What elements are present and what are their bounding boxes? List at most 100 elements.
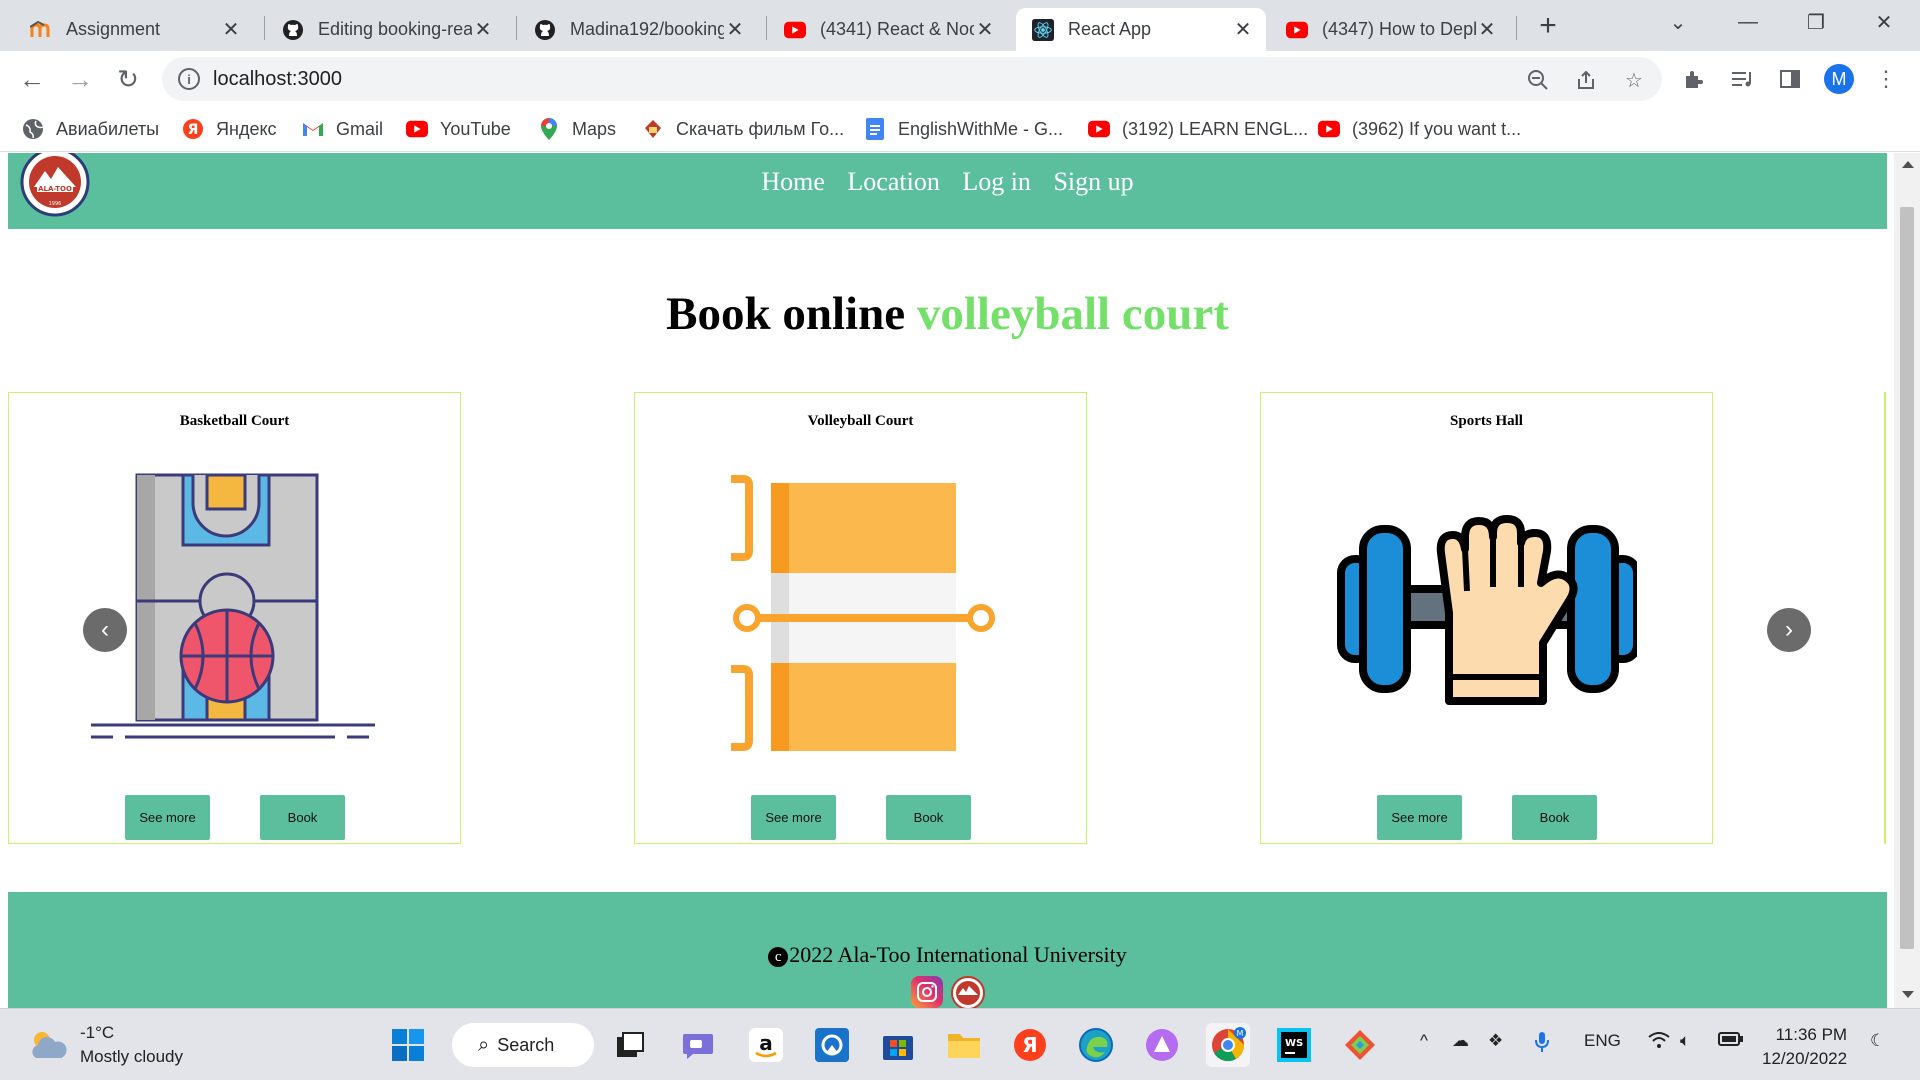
moodle-icon	[30, 19, 52, 41]
site-info-icon[interactable]: i	[178, 68, 200, 90]
taskbar-search[interactable]: ⌕ Search	[452, 1023, 594, 1067]
profile-avatar[interactable]: M	[1824, 64, 1854, 94]
microphone-icon[interactable]	[1534, 1031, 1550, 1058]
scrollbar-thumb[interactable]	[1900, 207, 1914, 949]
scroll-down-icon[interactable]	[1902, 991, 1914, 998]
forward-icon[interactable]: →	[62, 61, 98, 97]
scroll-up-icon[interactable]	[1902, 161, 1914, 168]
globe-icon	[22, 118, 44, 140]
restore-icon[interactable]: ❐	[1786, 0, 1846, 44]
book-button[interactable]: Book	[1512, 795, 1597, 840]
new-tab-button[interactable]: +	[1530, 9, 1566, 42]
extensions-icon[interactable]	[1680, 65, 1708, 93]
amazon-icon[interactable]: a	[744, 1023, 788, 1067]
bookmark-aviabilety[interactable]: Авиабилеты	[22, 115, 159, 143]
tab-react-app[interactable]: React App ✕	[1016, 8, 1266, 51]
edge-icon[interactable]	[1074, 1023, 1118, 1067]
instagram-icon[interactable]	[910, 976, 943, 1008]
webstorm-icon[interactable]: WS	[1272, 1023, 1316, 1067]
bookmark-learn-english[interactable]: (3192) LEARN ENGL...	[1088, 115, 1308, 143]
task-view-icon[interactable]	[608, 1023, 652, 1067]
close-icon[interactable]: ✕	[724, 19, 746, 41]
microsoft-store-icon[interactable]	[876, 1023, 920, 1067]
zoom-icon[interactable]	[1526, 68, 1550, 92]
tab-strip: Assignment ✕ Editing booking-react ✕ Mad…	[0, 0, 1920, 51]
main-nav: Home Location Log in Sign up	[8, 167, 1887, 197]
back-icon[interactable]: ←	[14, 61, 50, 97]
bookmark-star-icon[interactable]: ☆	[1622, 68, 1646, 92]
window-close-icon[interactable]: ✕	[1854, 0, 1914, 44]
bookmarks-bar: Авиабилеты Я Яндекс Gmail YouTube Maps С…	[0, 107, 1920, 152]
tab-react-node-video[interactable]: (4341) React & Node ✕	[768, 8, 1008, 51]
tab-search-icon[interactable]: ⌄	[1648, 0, 1708, 44]
bookmark-englishwithme[interactable]: EnglishWithMe - G...	[864, 115, 1063, 143]
tab-madina-repo[interactable]: Madina192/booking ✕	[518, 8, 758, 51]
svg-text:1996: 1996	[49, 201, 62, 207]
reload-icon[interactable]: ↻	[110, 61, 146, 97]
app-tray-icon[interactable]: ❖	[1488, 1031, 1503, 1051]
teams-chat-icon[interactable]	[676, 1023, 720, 1067]
site-footer: c 2022 Ala-Too International University	[8, 892, 1887, 1008]
address-bar[interactable]: i localhost:3000 ☆	[162, 57, 1662, 101]
hero-title-prefix: Book online	[666, 288, 906, 340]
close-icon[interactable]: ✕	[220, 19, 242, 41]
git-app-icon[interactable]	[1338, 1023, 1382, 1067]
show-hidden-icons[interactable]: ^	[1420, 1031, 1428, 1051]
language-indicator[interactable]: ENG	[1584, 1031, 1621, 1051]
app-icon[interactable]	[810, 1023, 854, 1067]
tab-deploy-video[interactable]: (4347) How to Deploy ✕	[1270, 8, 1510, 51]
youtube-icon	[1088, 118, 1110, 140]
nav-login[interactable]: Log in	[962, 167, 1031, 196]
carousel-prev-button[interactable]: ‹	[83, 608, 127, 652]
bookmark-youtube[interactable]: YouTube	[406, 115, 511, 143]
close-icon[interactable]: ✕	[974, 19, 996, 41]
volume-icon[interactable]: 🔈︎	[1680, 1031, 1690, 1051]
see-more-button[interactable]: See more	[751, 795, 836, 840]
bookmark-gmail[interactable]: Gmail	[302, 115, 383, 143]
close-icon[interactable]: ✕	[1232, 19, 1254, 41]
book-button[interactable]: Book	[260, 795, 345, 840]
yandex-browser-icon[interactable]: Я	[1008, 1023, 1052, 1067]
minimize-icon[interactable]: —	[1718, 0, 1778, 44]
url-text[interactable]: localhost:3000	[213, 68, 342, 91]
weather-widget[interactable]: -1°C Mostly cloudy	[28, 1021, 183, 1069]
start-icon[interactable]	[386, 1023, 430, 1067]
media-controls-icon[interactable]	[1728, 65, 1756, 93]
tab-assignment[interactable]: Assignment ✕	[14, 8, 254, 51]
card-title: Sports Hall	[1450, 413, 1523, 429]
chrome-icon[interactable]: M	[1206, 1023, 1250, 1067]
page-scrollbar[interactable]	[1894, 153, 1920, 1008]
onedrive-icon[interactable]: ☁	[1452, 1031, 1469, 1051]
nav-home[interactable]: Home	[761, 167, 825, 196]
tab-title: React App	[1068, 19, 1152, 39]
page-viewport: ALA-TOO 1996 Home Location Log in Sign u…	[0, 153, 1920, 1008]
nav-signup[interactable]: Sign up	[1053, 167, 1133, 196]
clock-time: 11:36 PM	[1775, 1025, 1848, 1044]
wifi-icon[interactable]	[1648, 1031, 1670, 1054]
bookmark-yandex[interactable]: Я Яндекс	[182, 115, 277, 143]
bookmark-if-you-want[interactable]: (3962) If you want t...	[1318, 115, 1521, 143]
cloudy-weather-icon	[32, 1032, 67, 1058]
youtube-icon	[406, 118, 428, 140]
bookmark-film[interactable]: Скачать фильм Го...	[642, 115, 844, 143]
nav-location[interactable]: Location	[847, 167, 939, 196]
see-more-button[interactable]: See more	[1377, 795, 1462, 840]
ala-too-footer-logo[interactable]	[950, 976, 985, 1008]
book-button[interactable]: Book	[886, 795, 971, 840]
menu-icon[interactable]: ⋮	[1872, 65, 1900, 93]
see-more-button[interactable]: See more	[125, 795, 210, 840]
notifications-icon[interactable]: ☾	[1870, 1031, 1885, 1051]
carousel-next-button[interactable]: ›	[1767, 608, 1811, 652]
tab-editing-booking[interactable]: Editing booking-react ✕	[266, 8, 506, 51]
youtube-icon	[1318, 118, 1340, 140]
close-icon[interactable]: ✕	[472, 19, 494, 41]
file-explorer-icon[interactable]	[942, 1023, 986, 1067]
alice-icon[interactable]	[1140, 1023, 1184, 1067]
share-icon[interactable]	[1574, 68, 1598, 92]
battery-icon[interactable]	[1718, 1031, 1744, 1052]
bookmark-maps[interactable]: Maps	[538, 115, 616, 143]
side-panel-icon[interactable]	[1776, 65, 1804, 93]
svg-text:WS: WS	[1285, 1038, 1303, 1049]
system-clock[interactable]: 11:36 PM 12/20/2022	[1762, 1023, 1847, 1071]
close-icon[interactable]: ✕	[1476, 19, 1498, 41]
